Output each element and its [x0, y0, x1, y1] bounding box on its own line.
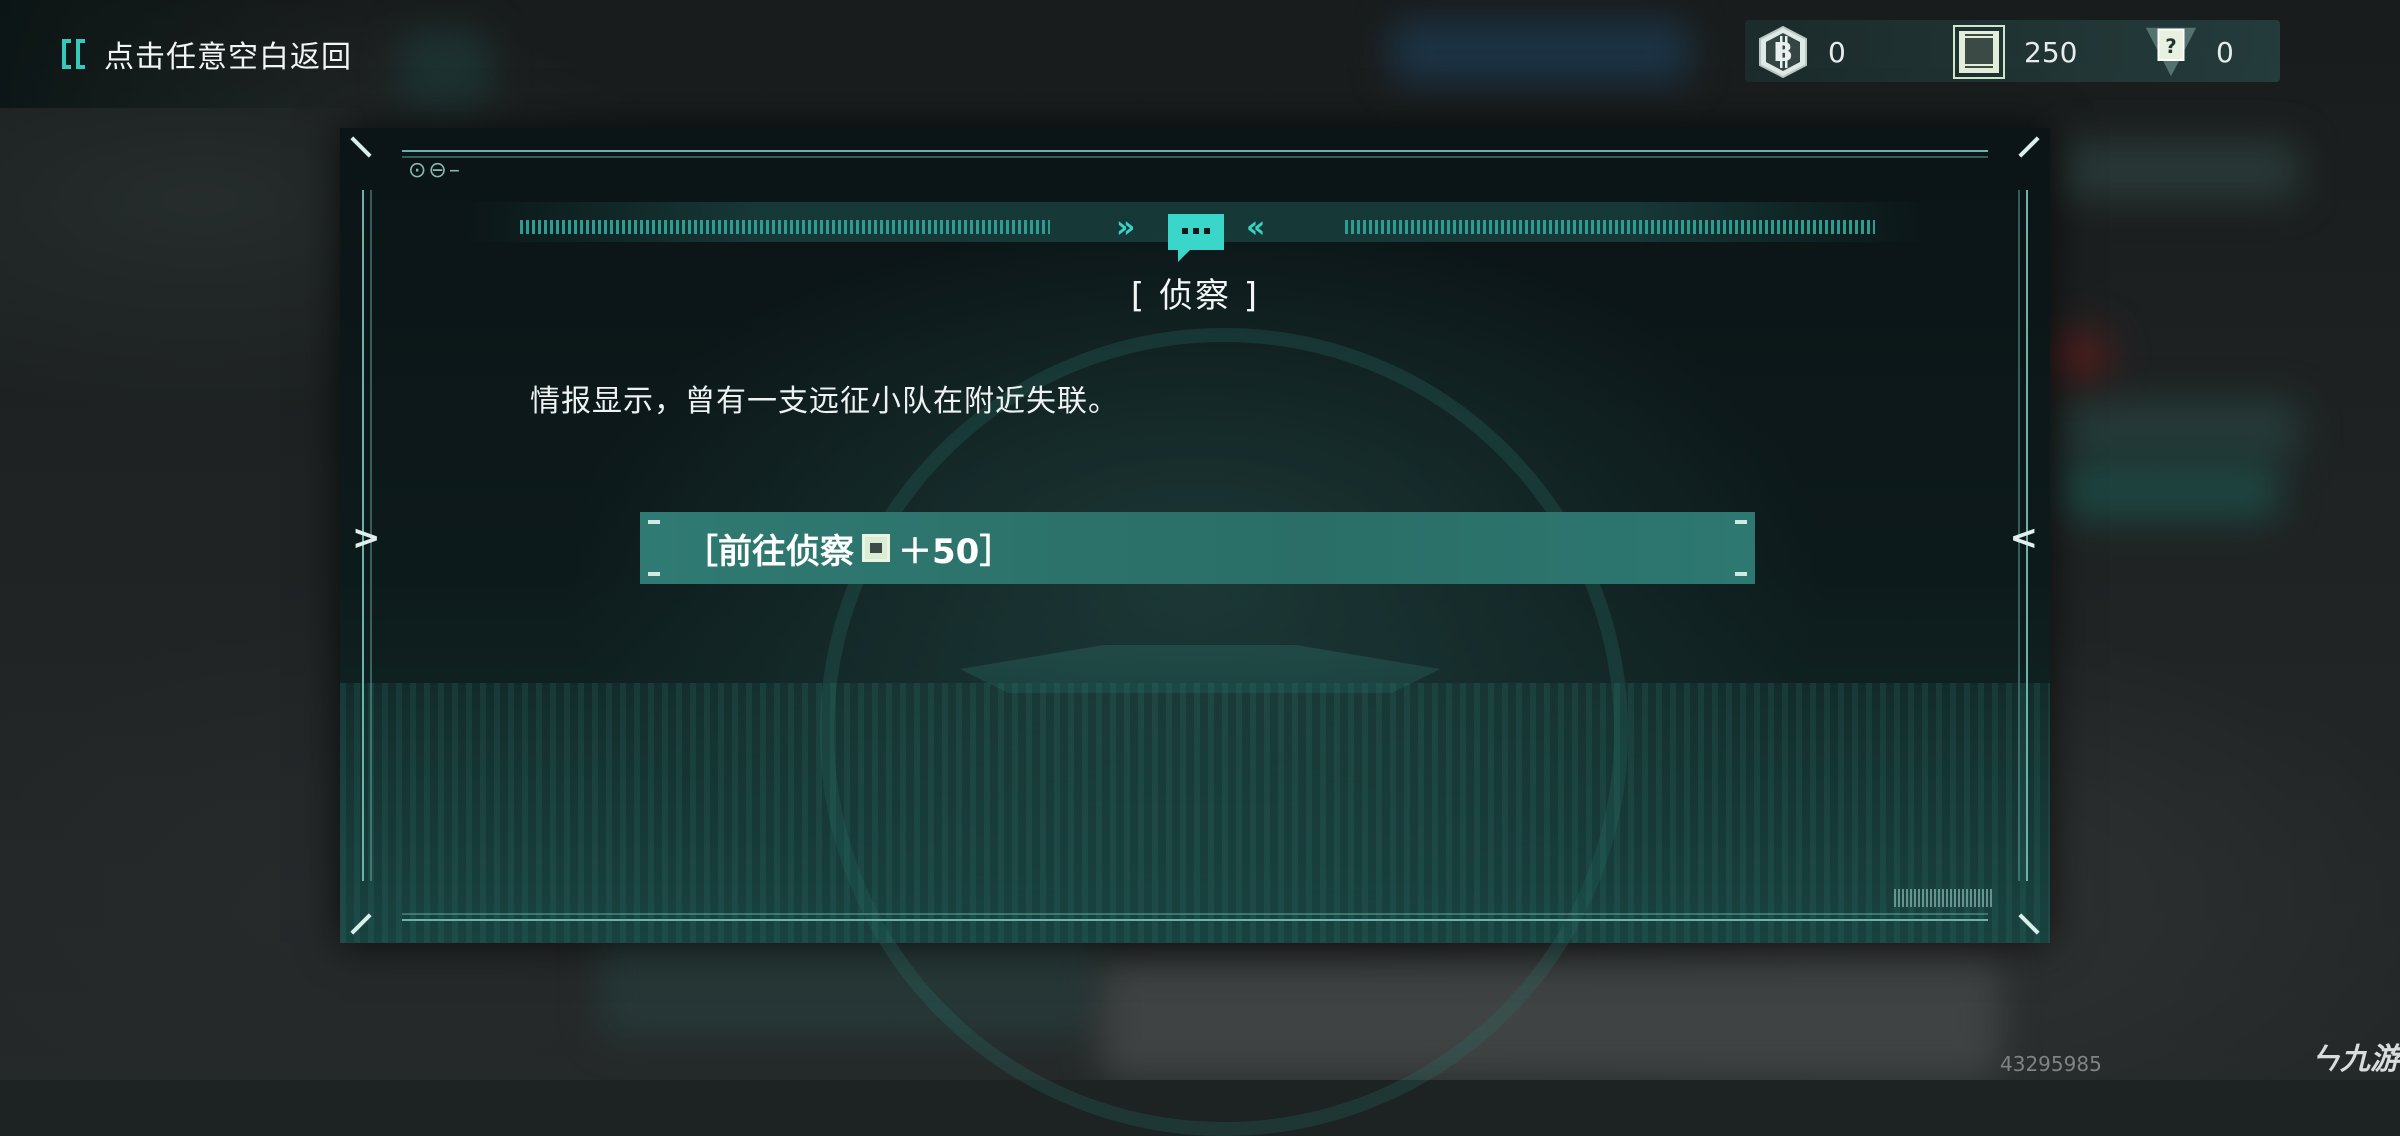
hatch-right: [1345, 220, 1875, 234]
frame-top-inner-line: [402, 156, 1988, 158]
mystery-card-icon: ?: [2144, 25, 2198, 79]
right-arrow-icon: >: [352, 518, 381, 558]
left-arrow-icon: <: [2009, 518, 2039, 558]
dialog-title: [ 侦察 ]: [1130, 276, 1260, 316]
svg-text:B: B: [1773, 38, 1793, 68]
intel-card-value: 250: [2024, 35, 2078, 69]
chevron-right-icon: »: [1116, 210, 1136, 245]
frame-top-line: [402, 150, 1988, 152]
scout-option-label: ［前往侦察 ＋50］: [684, 524, 1013, 573]
svg-text:?: ?: [2165, 35, 2176, 58]
option-corner-tick: [648, 572, 660, 576]
scout-option-prefix: ［前往侦察: [684, 531, 854, 572]
frame-bottom-line: [402, 919, 1988, 921]
option-corner-tick: [1735, 520, 1747, 524]
b-coin-value: 0: [1828, 35, 1846, 69]
chevron-left-icon: «: [1246, 210, 1266, 245]
back-hint[interactable]: 点击任意空白返回: [60, 34, 352, 75]
currency-b-coin[interactable]: B 0: [1756, 20, 1846, 84]
dots-decoration: ⊙⊖–: [408, 158, 462, 183]
hatch-left: [520, 220, 1050, 234]
watermark-logo-text: 九游: [2340, 1042, 2400, 1077]
mystery-card-value: 0: [2216, 35, 2234, 69]
intel-card-icon: [862, 534, 890, 562]
back-hint-label: 点击任意空白返回: [104, 40, 352, 75]
option-corner-tick: [1735, 572, 1747, 576]
currency-intel-card[interactable]: 250: [1952, 20, 2077, 84]
b-coin-icon: B: [1756, 25, 1810, 79]
dialog-body-text: 情报显示，曾有一支远征小队在附近失联。: [530, 384, 1119, 419]
option-corner-tick: [648, 520, 660, 524]
intel-card-icon: [1952, 25, 2006, 79]
frame-bottom-inner-line: [402, 913, 1988, 915]
chat-bubble-icon: [1164, 210, 1228, 264]
watermark-number: 43295985: [2000, 1052, 2102, 1076]
watermark-logo: ㄣ九游: [2310, 1034, 2400, 1078]
scout-option-button[interactable]: ［前往侦察 ＋50］: [640, 512, 1755, 584]
event-dialog: ⊙⊖– » « [ 侦察 ] 情报显示，曾有一支远征小队在附近失联。 > < ［…: [340, 128, 2050, 1136]
watermark-logo-glyph: ㄣ: [2310, 1042, 2340, 1077]
barcode-decoration: [1894, 889, 1994, 907]
bracket-back-icon: [60, 37, 92, 71]
scout-option-reward: ＋50］: [898, 531, 1014, 572]
currency-mystery-card[interactable]: ? 0: [2144, 20, 2234, 84]
